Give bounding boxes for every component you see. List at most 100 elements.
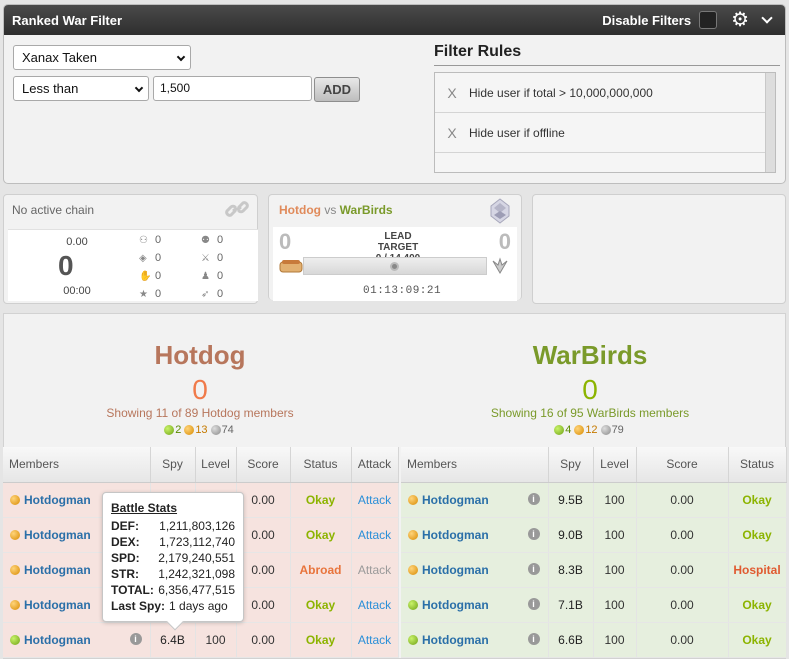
info-icon[interactable]: i (527, 492, 540, 505)
orange-status-dot-icon (10, 530, 20, 541)
member-name-link[interactable]: Hotdogman (24, 563, 91, 577)
member-name-link[interactable]: Hotdogman (422, 493, 489, 507)
gear-icon[interactable]: ⚙ (731, 10, 749, 30)
col-level[interactable]: Level (593, 447, 637, 483)
add-button[interactable]: ADD (314, 77, 360, 102)
score-cell: 0.00 (636, 622, 729, 658)
spy-cell: 7.1B (548, 587, 594, 623)
attack-link[interactable]: Attack (358, 528, 391, 542)
col-spy[interactable]: Spy (150, 447, 196, 483)
stat-value: 0 (155, 234, 162, 246)
member-name-link[interactable]: Hotdogman (24, 598, 91, 612)
member-cell: Hotdogman i (3, 622, 151, 658)
vs-label: vs (324, 203, 337, 217)
level-cell: 100 (195, 622, 237, 658)
rule-text: Hide user if offline (469, 125, 565, 140)
info-icon[interactable]: i (129, 632, 142, 645)
info-icon[interactable]: i (527, 527, 540, 540)
stat-value: 0 (155, 252, 162, 264)
offline-count: 79 (611, 424, 624, 436)
lead-box: Hotdog vs WarBirds 0 0 LEAD TARGET 0 / 1… (268, 194, 522, 301)
chain-stat: ★ 0 (139, 288, 161, 300)
filter-rule-item: X Hide user if offline (435, 113, 765, 153)
lead-progress-marker[interactable] (390, 262, 399, 271)
info-icon[interactable]: i (527, 597, 540, 610)
rule-text: Hide user if total > 10,000,000,000 (469, 85, 653, 100)
link-icon[interactable] (225, 199, 249, 219)
stat-value: 0 (155, 288, 162, 300)
orange-status-dot-icon (408, 495, 418, 506)
col-status[interactable]: Status (290, 447, 352, 483)
filter-value-input[interactable]: 1,500 (153, 76, 312, 101)
member-name-link[interactable]: Hotdogman (422, 598, 489, 612)
war-matchup: Hotdog vs WarBirds (279, 203, 393, 217)
status-cell: Okay (728, 517, 787, 553)
col-members[interactable]: Members (3, 447, 151, 483)
comparison-select[interactable]: Less than (13, 76, 149, 101)
member-name-link[interactable]: Hotdogman (24, 493, 91, 507)
member-name-link[interactable]: Hotdogman (24, 528, 91, 542)
offline-dot-icon (600, 425, 611, 435)
chain-title: No active chain (12, 203, 95, 217)
member-cell: Hotdogman i (401, 622, 549, 658)
empty-panel (532, 194, 786, 304)
status-value: Okay (305, 597, 336, 612)
status-cell: Okay (290, 622, 352, 658)
score-cell: 0.00 (636, 517, 729, 553)
col-score[interactable]: Score (236, 447, 291, 483)
status-cell: Okay (728, 622, 787, 658)
online-count: 2 (175, 424, 182, 436)
attack-cell: Attack (351, 482, 399, 518)
tooltip-row: DEF: 1,211,803,126 (111, 518, 235, 534)
spy-value: 6.4B (160, 632, 185, 647)
col-spy[interactable]: Spy (548, 447, 594, 483)
spy-value: 7.1B (558, 597, 583, 612)
online-dot-icon (164, 425, 175, 435)
right-faction-name[interactable]: WarBirds (490, 340, 690, 371)
remove-rule-button[interactable]: X (435, 85, 469, 101)
attack-link[interactable]: Attack (358, 563, 391, 577)
member-name-link[interactable]: Hotdogman (422, 633, 489, 647)
member-name-link[interactable]: Hotdogman (422, 528, 489, 542)
col-score[interactable]: Score (636, 447, 729, 483)
col-level[interactable]: Level (195, 447, 237, 483)
stat-value: 1,211,803,126 (159, 519, 235, 533)
stat-value: 1,242,321,098 (158, 567, 235, 581)
stat-label: DEX: (111, 535, 140, 549)
score-cell: 0.00 (236, 622, 291, 658)
left-faction-name[interactable]: Hotdog (100, 340, 300, 371)
stat-select[interactable]: Xanax Taken (13, 45, 191, 70)
member-name-link[interactable]: Hotdogman (422, 563, 489, 577)
orange-status-dot-icon (408, 565, 418, 576)
faction-b-name[interactable]: WarBirds (340, 203, 393, 217)
hand-icon: ✋ (139, 271, 152, 282)
table-row: Hotdogman i 7.1B 100 0.00 Okay (401, 587, 787, 623)
green-status-dot-icon (408, 600, 418, 611)
green-status-dot-icon (10, 635, 20, 646)
info-icon[interactable]: i (527, 562, 540, 575)
col-attack[interactable]: Attack (351, 447, 399, 483)
spy-cell: 6.6B (548, 622, 594, 658)
spy-value: 9.0B (558, 527, 583, 542)
info-icon[interactable]: i (527, 632, 540, 645)
attack-link[interactable]: Attack (358, 598, 391, 612)
col-status[interactable]: Status (728, 447, 787, 483)
attack-link[interactable]: Attack (358, 493, 391, 507)
faction-a-name[interactable]: Hotdog (279, 203, 321, 217)
col-members[interactable]: Members (401, 447, 549, 483)
attack-link[interactable]: Attack (358, 633, 391, 647)
status-value: Hospital (733, 562, 781, 577)
disable-filters-label: Disable Filters (602, 12, 692, 28)
member-name-link[interactable]: Hotdogman (24, 633, 91, 647)
remove-rule-button[interactable]: X (435, 125, 469, 141)
faction-b-score: 0 (498, 229, 511, 254)
chevron-down-icon[interactable] (761, 12, 773, 24)
rules-scrollbar[interactable] (765, 73, 775, 172)
status-cell: Hospital (728, 552, 787, 588)
faction-a-score: 0 (279, 229, 292, 254)
status-value: Abroad (299, 562, 342, 577)
chevron-down-icon (134, 83, 144, 93)
disable-filters-checkbox[interactable] (699, 11, 718, 29)
idle-count: 13 (195, 424, 208, 436)
status-cell: Okay (290, 587, 352, 623)
